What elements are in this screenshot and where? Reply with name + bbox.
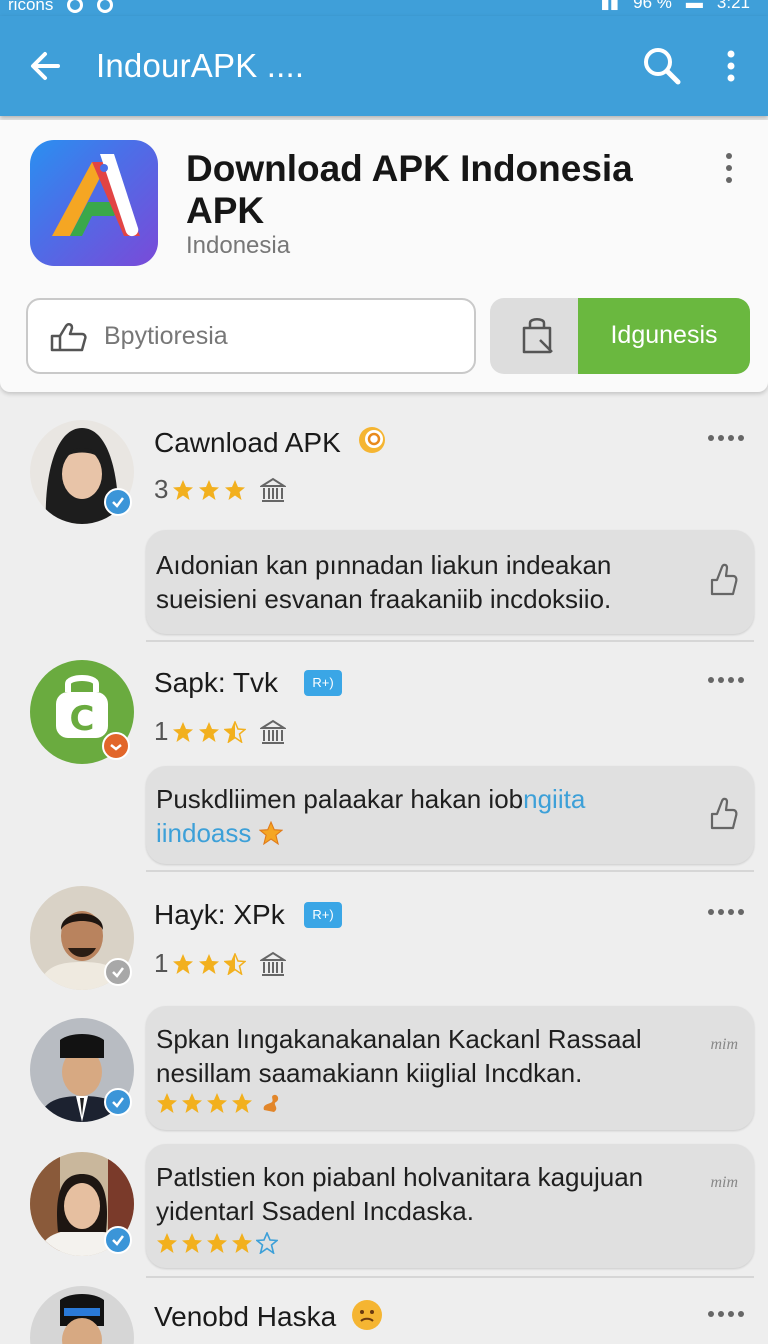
rating-row: 1 — [154, 948, 287, 979]
star-outline-icon — [256, 1232, 278, 1254]
battery-level: 96 % — [633, 0, 672, 12]
bank-icon — [260, 477, 287, 502]
app-bar-title: IndourAPK .... — [96, 47, 305, 84]
snake-emoji-icon — [263, 1094, 279, 1112]
search-input[interactable]: Bpytioresia — [26, 298, 476, 374]
user-name-text: Cawnload APK — [154, 427, 341, 458]
star-half-icon — [224, 952, 247, 975]
star-icon — [173, 953, 194, 974]
app-bar: IndourAPK .... — [0, 16, 768, 116]
rating-row: 1 — [154, 716, 287, 747]
star-icon — [232, 1233, 252, 1253]
divider — [146, 870, 754, 872]
comment-line2[interactable]: iindoass — [156, 818, 251, 848]
user-name-text: Venobd Haska — [154, 1301, 337, 1332]
rating-number: 3 — [154, 474, 169, 504]
status-bar: ricons ▮▮ 96 % ▬ 3:21 — [0, 0, 768, 16]
signal-icon: ▮▮ — [600, 0, 620, 12]
verified-badge-icon — [104, 958, 132, 986]
user-name[interactable]: Cawnload APK — [154, 424, 389, 460]
comment-bubble[interactable]: Spkan lıngakanakanalan Kackanl Rassaal n… — [146, 1006, 754, 1130]
primary-action-button[interactable]: Idgunesis — [578, 298, 750, 374]
user-name[interactable]: Venobd Haska — [154, 1298, 384, 1334]
comment-line1-link[interactable]: ngiita — [523, 784, 585, 814]
comment-meta: mim — [710, 1174, 738, 1191]
star-icon — [182, 1233, 202, 1253]
face-emoji-icon — [351, 1300, 382, 1330]
comment-stars — [156, 1092, 282, 1114]
star-icon — [207, 1233, 227, 1253]
comment-bubble[interactable]: Puskdliimen palaakar hakan iobngiita iin… — [146, 766, 754, 864]
star-icon — [199, 721, 220, 742]
gear-emoji-icon — [358, 427, 385, 453]
divider — [146, 640, 754, 642]
comment-text: Patlstien kon piabanl holvanitara kaguju… — [156, 1162, 644, 1226]
user-name-text[interactable]: Sapk: Tvk — [154, 666, 278, 700]
star-icon — [225, 479, 246, 500]
rating-number: 1 — [154, 716, 169, 746]
battery-icon: ▬ — [685, 0, 703, 12]
more-options-icon[interactable] — [706, 432, 746, 444]
comment-text: Puskdliimen palaakar hakan iobngiita iin… — [156, 782, 696, 850]
app-subtitle: Indonesia — [186, 232, 291, 259]
star-icon — [199, 479, 220, 500]
search-icon[interactable] — [640, 44, 684, 88]
divider — [146, 1276, 754, 1278]
user-tag: R+) — [304, 670, 342, 696]
verified-badge-icon — [104, 1088, 132, 1116]
more-options-icon[interactable] — [706, 906, 746, 918]
star-icon — [199, 953, 220, 974]
verified-badge-icon — [104, 1226, 132, 1254]
hand-icon — [50, 323, 87, 352]
comment-stars — [156, 1232, 278, 1254]
comment-bubble[interactable]: Aıdonian kan pınnadan liakun indeakan su… — [146, 530, 754, 634]
star-icon — [207, 1093, 227, 1113]
user-name-text[interactable]: Hayk: XPk — [154, 898, 285, 932]
svg-text:C: C — [70, 699, 95, 739]
star-emoji-icon — [258, 820, 283, 846]
like-icon[interactable] — [708, 562, 738, 596]
rating-number: 1 — [154, 948, 169, 978]
comment-text: Spkan lıngakanakanalan Kackanl Rassaal n… — [156, 1024, 642, 1088]
star-icon — [173, 479, 194, 500]
verified-badge-icon — [104, 488, 132, 516]
back-arrow-icon[interactable] — [26, 46, 66, 86]
status-badge-icon — [102, 732, 130, 760]
app-header-card: Download APK Indonesia APK Indonesia Bpy… — [0, 120, 768, 392]
comment-meta: mim — [710, 1036, 738, 1053]
overflow-menu-icon[interactable] — [716, 44, 746, 88]
star-icon — [232, 1093, 252, 1113]
app-options-icon[interactable] — [716, 150, 742, 186]
more-options-icon[interactable] — [706, 1308, 746, 1320]
check-circle-icon — [97, 0, 114, 13]
star-icon — [173, 721, 194, 742]
star-half-icon — [224, 720, 247, 743]
star-icon — [157, 1093, 177, 1113]
status-left-text: ricons — [8, 0, 54, 14]
shopping-bag-icon — [522, 318, 553, 354]
app-title: Download APK Indonesia APK — [186, 148, 633, 231]
like-icon[interactable] — [708, 796, 738, 830]
app-logo-icon — [30, 140, 158, 266]
comment-line1: Puskdliimen palaakar hakan iob — [156, 784, 524, 814]
star-icon — [157, 1233, 177, 1253]
comment-bubble[interactable]: Patlstien kon piabanl holvanitara kaguju… — [146, 1144, 754, 1268]
user-tag: R+) — [304, 902, 342, 928]
comment-text: Aıdonian kan pınnadan liakun indeakan su… — [156, 550, 612, 614]
avatar[interactable] — [30, 1286, 134, 1344]
rating-row: 3 — [154, 474, 287, 505]
bank-icon — [260, 719, 287, 744]
star-icon — [182, 1093, 202, 1113]
clock: 3:21 — [716, 0, 750, 12]
bank-icon — [260, 951, 287, 976]
sync-icon — [67, 0, 84, 13]
bag-button[interactable] — [490, 298, 578, 374]
action-button-group: Idgunesis — [490, 298, 750, 374]
more-options-icon[interactable] — [706, 674, 746, 686]
search-placeholder: Bpytioresia — [104, 322, 228, 350]
